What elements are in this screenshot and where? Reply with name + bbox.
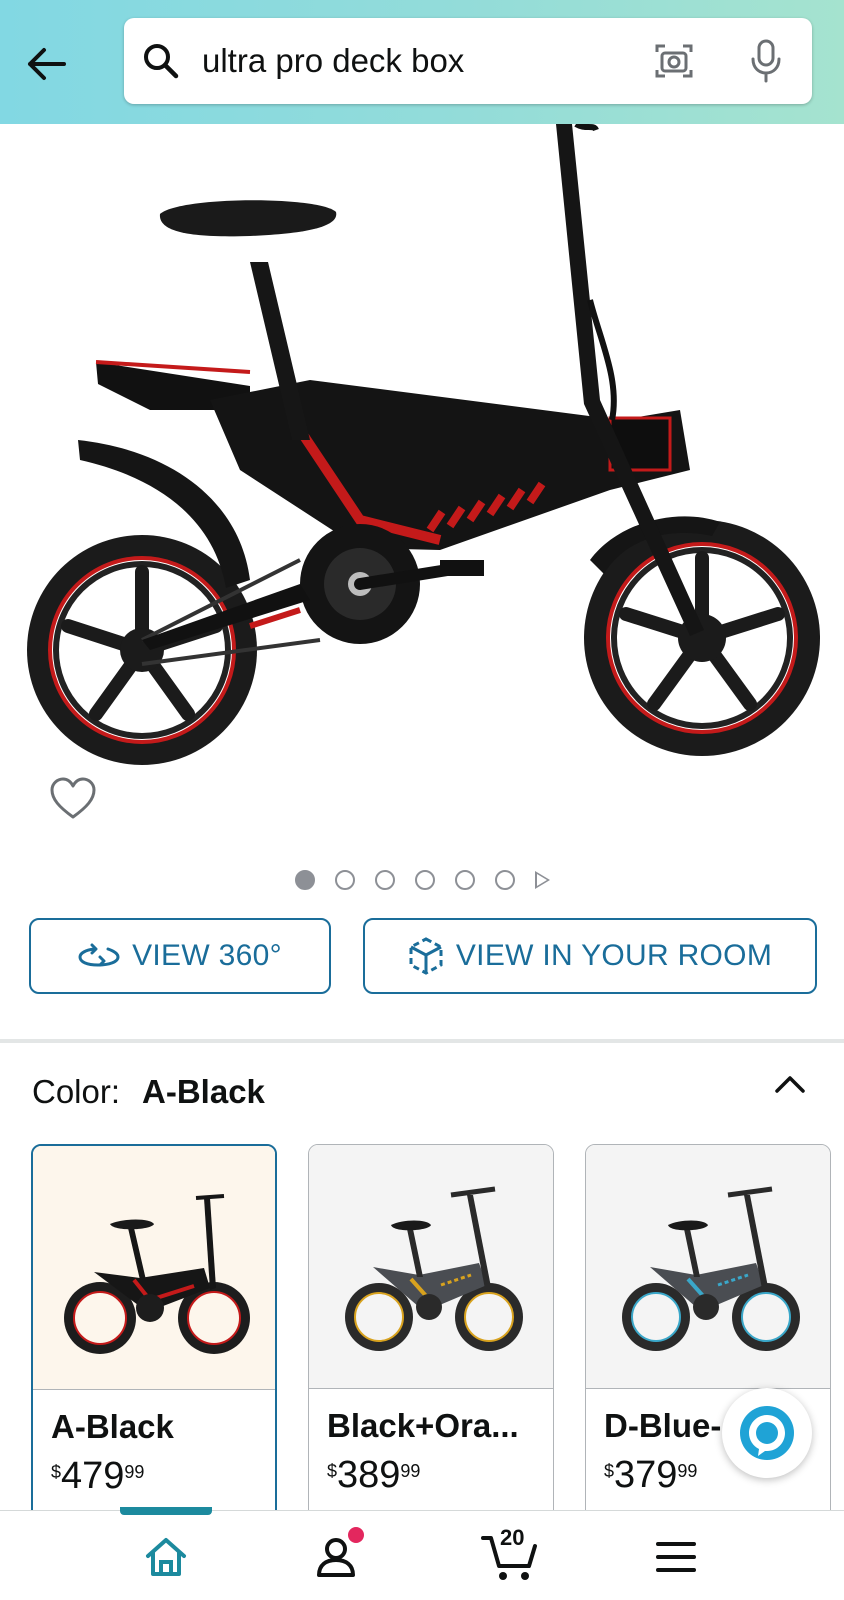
heart-icon xyxy=(50,777,96,819)
ebike-thumbnail xyxy=(622,1186,800,1351)
variant-image xyxy=(586,1145,830,1389)
variant-price: $ 379 99 xyxy=(604,1455,697,1495)
carousel-dot-3[interactable] xyxy=(374,870,395,890)
search-icon[interactable] xyxy=(138,38,184,84)
ebike-illustration xyxy=(27,121,820,765)
alexa-button[interactable] xyxy=(722,1388,812,1478)
color-option-black-orange[interactable]: Black+Ora... $ 389 99 xyxy=(308,1144,554,1524)
wishlist-button[interactable] xyxy=(40,766,106,832)
carousel-dot-5[interactable] xyxy=(454,870,475,890)
menu-icon xyxy=(656,1542,696,1572)
microphone-icon[interactable] xyxy=(744,37,788,85)
rotate-360-icon xyxy=(78,943,120,967)
notification-dot xyxy=(348,1527,364,1543)
search-input[interactable] xyxy=(202,36,632,86)
nav-cart[interactable]: 20 xyxy=(466,1525,556,1589)
price-fraction: 99 xyxy=(400,1461,421,1481)
price-currency: $ xyxy=(51,1462,62,1482)
variant-price: $ 479 99 xyxy=(51,1456,144,1496)
color-selector-header: Color: A-Black xyxy=(32,1070,265,1114)
carousel-dot-1[interactable] xyxy=(294,870,315,890)
carousel-dot-6[interactable] xyxy=(494,870,515,890)
nav-menu[interactable] xyxy=(636,1525,716,1589)
top-header xyxy=(0,0,844,124)
cart-count: 20 xyxy=(500,1525,525,1550)
price-currency: $ xyxy=(604,1461,615,1481)
section-divider xyxy=(0,1039,844,1043)
carousel-dot-2[interactable] xyxy=(334,870,355,890)
bottom-navigation: 20 xyxy=(0,1507,844,1600)
price-fraction: 99 xyxy=(124,1462,145,1482)
variant-image xyxy=(309,1145,553,1389)
home-icon xyxy=(146,1538,186,1576)
variant-price: $ 389 99 xyxy=(327,1455,420,1495)
image-carousel-indicator xyxy=(0,868,844,892)
alexa-icon xyxy=(740,1406,794,1460)
view-360-label: VIEW 360° xyxy=(132,939,282,972)
ar-cube-icon xyxy=(409,937,443,975)
view-360-button[interactable]: VIEW 360° xyxy=(29,918,331,994)
color-option-a-black[interactable]: A-Black $ 479 99 xyxy=(31,1144,277,1524)
price-currency: $ xyxy=(327,1461,338,1481)
nav-account[interactable] xyxy=(296,1525,376,1589)
back-arrow-icon xyxy=(28,48,66,80)
product-image[interactable] xyxy=(0,121,844,844)
search-bar[interactable] xyxy=(124,18,812,104)
view-in-your-room-button[interactable]: VIEW IN YOUR ROOM xyxy=(363,918,817,994)
back-button[interactable] xyxy=(18,36,74,92)
ebike-thumbnail xyxy=(64,1193,250,1354)
color-label: Color: xyxy=(32,1073,121,1110)
variant-image xyxy=(33,1146,275,1390)
price-whole: 389 xyxy=(337,1454,401,1496)
carousel-dot-4[interactable] xyxy=(414,870,435,890)
price-whole: 479 xyxy=(61,1455,125,1497)
variant-name: D-Blue- xyxy=(604,1407,722,1444)
chevron-up-icon xyxy=(775,1076,805,1093)
product-page: VIEW 360° VIEW IN YOUR ROOM Color: A-Bla… xyxy=(0,0,844,1600)
price-whole: 379 xyxy=(614,1454,678,1496)
view-in-room-label: VIEW IN YOUR ROOM xyxy=(455,939,773,972)
variant-name: Black+Ora... xyxy=(327,1407,519,1444)
variant-name: A-Black xyxy=(51,1408,174,1445)
nav-home[interactable] xyxy=(126,1525,206,1589)
active-tab-indicator xyxy=(120,1507,212,1515)
ebike-thumbnail xyxy=(345,1186,523,1351)
carousel-video-play-icon[interactable] xyxy=(534,871,550,889)
selected-color: A-Black xyxy=(142,1073,265,1110)
collapse-color-button[interactable] xyxy=(770,1064,810,1104)
camera-icon[interactable] xyxy=(652,39,696,83)
price-fraction: 99 xyxy=(677,1461,698,1481)
